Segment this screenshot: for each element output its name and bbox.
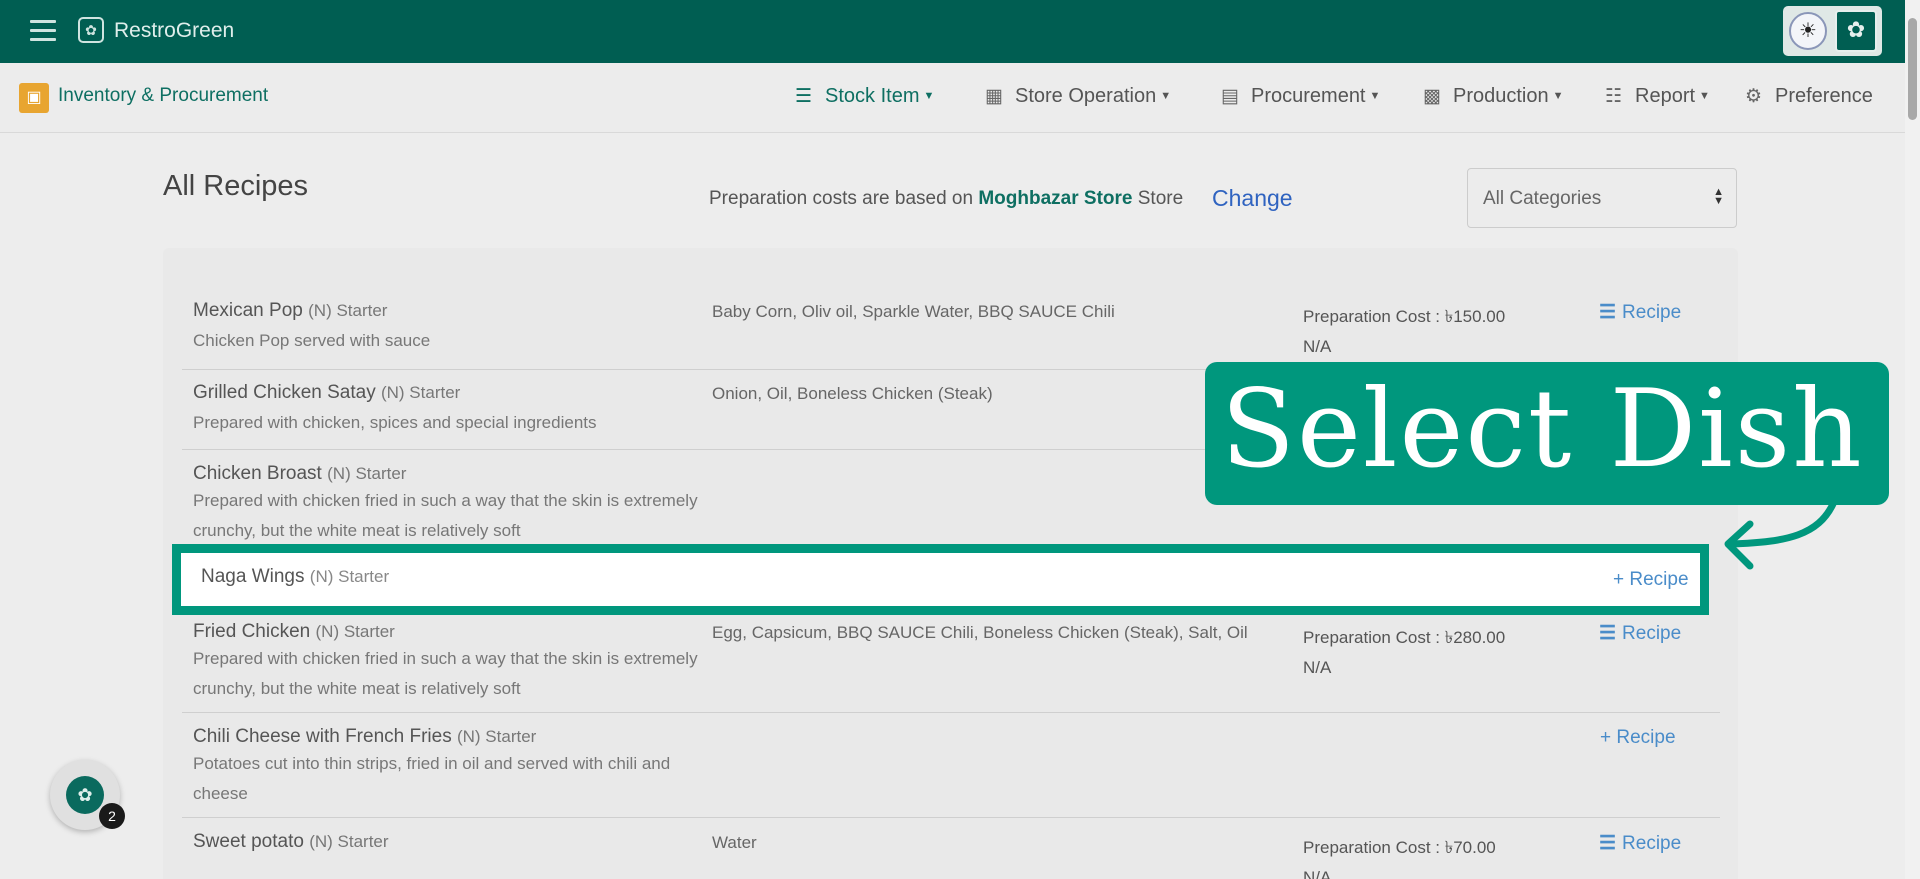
recipe-button[interactable]: ☰ Recipe <box>1599 832 1681 855</box>
clipboard-icon: ☷ <box>1605 86 1623 107</box>
store-name: Moghbazar Store <box>978 188 1133 209</box>
hamburger-icon[interactable] <box>30 20 56 42</box>
dish-tag: (N) Starter <box>327 464 407 483</box>
dish-ingredients: Onion, Oil, Boneless Chicken (Steak) <box>712 384 993 403</box>
dish-name: Chili Cheese with French Fries <box>193 726 452 747</box>
user-avatar[interactable]: ☀ <box>1789 12 1827 50</box>
leaf-icon: ✿ <box>78 17 104 43</box>
preparation-cost: Preparation Cost : ৳150.00 <box>1303 307 1506 326</box>
dish-name: Grilled Chicken Satay <box>193 382 376 403</box>
change-store-link[interactable]: Change <box>1212 185 1293 212</box>
dish-name: Fried Chicken <box>193 621 311 642</box>
dish-tag: (N) Starter <box>308 301 388 320</box>
module-title: Inventory & Procurement <box>58 85 269 106</box>
preparation-cost: Preparation Cost : ৳70.00 <box>1303 838 1496 857</box>
module-nav: ▣ Inventory & Procurement ☰ Stock Item ▼ ▦… <box>0 63 1905 133</box>
leaf-icon: ✿ <box>66 776 104 814</box>
dish-tag: (N) Starter <box>309 832 389 851</box>
dish-description: Prepared with chicken fried in such a wa… <box>193 491 698 540</box>
dish-tag: (N) Starter <box>315 622 395 641</box>
recipe-row[interactable]: Mexican Pop (N) Starter Chicken Pop serv… <box>182 300 1720 370</box>
dish-tag: (N) Starter <box>456 727 537 746</box>
store-icon: ▦ <box>985 86 1003 107</box>
dish-description: Prepared with chicken, spices and specia… <box>193 413 597 432</box>
callout-text: Select Dish <box>1221 367 1864 492</box>
dish-name: Chicken Broast <box>193 463 322 484</box>
cost-note: N/A <box>1303 337 1332 356</box>
chat-badge: 2 <box>99 803 125 829</box>
dish-description: Prepared with chicken fried in such a wa… <box>193 649 698 698</box>
prep-cost-note: Preparation costs are based on Moghbazar… <box>709 188 1184 209</box>
box-icon: ▣ <box>19 83 49 113</box>
recipe-row[interactable]: Chili Cheese with French Fries (N) Start… <box>182 726 1720 818</box>
dish-name: Naga Wings <box>201 566 305 587</box>
select-dish-callout: Select Dish <box>1205 362 1889 505</box>
dish-ingredients: Baby Corn, Oliv oil, Sparkle Water, BBQ … <box>712 302 1115 321</box>
list-icon: ☰ <box>1599 833 1617 854</box>
scrollbar[interactable] <box>1905 0 1920 879</box>
dish-name: Mexican Pop <box>193 300 303 321</box>
curved-arrow-icon <box>1724 500 1837 570</box>
calculator-icon: ▩ <box>1423 86 1441 107</box>
dish-name: Sweet potato <box>193 831 304 852</box>
recipe-button[interactable]: ☰ Recipe <box>1599 622 1681 645</box>
page-title: All Recipes <box>163 170 309 202</box>
recipe-button[interactable]: ☰ Recipe <box>1599 301 1681 324</box>
dish-ingredients: Egg, Capsicum, BBQ SAUCE Chili, Boneless… <box>712 623 1248 642</box>
sort-arrows-icon: ▲ ▼ <box>1713 186 1724 207</box>
nav-production[interactable]: ▩ Production ▼ <box>1423 85 1564 108</box>
top-bar: ✿ RestroGreen ☀ ✿ <box>0 0 1920 63</box>
nav-stock-item[interactable]: ☰ Stock Item ▼ <box>795 85 934 108</box>
preparation-cost: Preparation Cost : ৳280.00 <box>1303 628 1506 647</box>
dish-description: Chicken Pop served with sauce <box>193 331 431 350</box>
gear-icon: ⚙ <box>1745 86 1763 107</box>
category-select[interactable]: All Categories ▲ ▼ <box>1467 168 1737 228</box>
top-right-icons: ☀ ✿ <box>1783 6 1882 56</box>
recipe-row[interactable]: Fried Chicken (N) Starter Prepared with … <box>182 621 1720 713</box>
recipe-row[interactable]: Sweet potato (N) Starter Water Preparati… <box>182 831 1720 879</box>
cost-note: N/A <box>1303 658 1332 677</box>
dish-tag: (N) Starter <box>309 567 390 586</box>
dish-ingredients: Water <box>712 833 757 852</box>
highlighted-recipe-row[interactable]: Naga Wings (N) Starter + Recipe <box>172 544 1709 615</box>
add-recipe-button[interactable]: + Recipe <box>1600 727 1676 749</box>
cost-note: N/A <box>1303 868 1332 879</box>
list-icon: ☰ <box>1599 302 1617 323</box>
scrollbar-thumb[interactable] <box>1908 18 1917 120</box>
dish-tag: (N) Starter <box>380 383 461 402</box>
server-icon: ▤ <box>1221 86 1239 107</box>
nav-procurement[interactable]: ▤ Procurement ▼ <box>1221 85 1380 108</box>
brand-name: RestroGreen <box>114 19 235 42</box>
nav-report[interactable]: ☷ Report ▼ <box>1605 85 1710 108</box>
nav-store-operation[interactable]: ▦ Store Operation ▼ <box>985 85 1171 108</box>
nav-preference[interactable]: ⚙ Preference <box>1745 85 1873 108</box>
list-icon: ☰ <box>795 86 813 107</box>
dish-description: Potatoes cut into thin strips, fried in … <box>193 754 671 803</box>
app-switch-icon[interactable]: ✿ <box>1835 10 1877 52</box>
list-icon: ☰ <box>1599 623 1617 644</box>
add-recipe-button[interactable]: + Recipe <box>1613 569 1689 591</box>
